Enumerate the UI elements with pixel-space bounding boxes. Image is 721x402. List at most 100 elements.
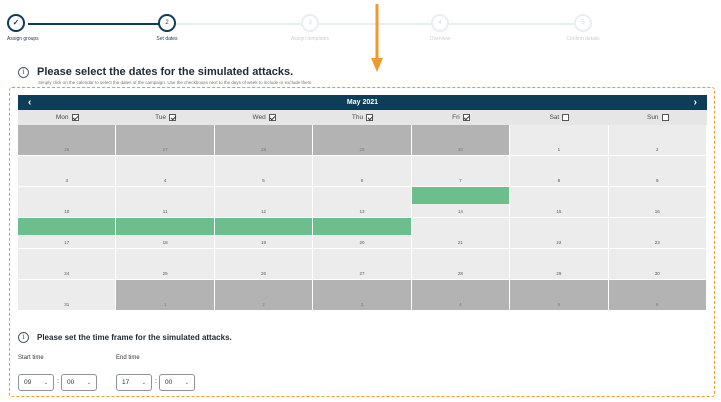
day-number: 26 [64, 147, 70, 152]
step-assign-templates: 3 Assign templates [260, 14, 360, 42]
day-cell[interactable]: 21 [411, 218, 511, 249]
day-cell[interactable]: 6 [313, 156, 412, 187]
day-number: 9 [656, 178, 659, 183]
day-number: 7 [459, 178, 462, 183]
weekday-checkbox[interactable] [462, 114, 470, 121]
day-number: 1 [163, 302, 167, 307]
day-number: 18 [162, 240, 168, 245]
day-number: 23 [654, 240, 660, 245]
day-number: 4 [459, 302, 462, 307]
weekday-checkbox[interactable] [562, 114, 570, 121]
step-label: Assign templates [290, 36, 330, 42]
day-cell[interactable]: 3 [18, 156, 117, 187]
chevron-down-icon: ⌄ [43, 379, 48, 386]
next-month-button[interactable]: › [694, 97, 697, 108]
day-cell[interactable]: 15 [510, 187, 609, 218]
day-cell[interactable]: 8 [510, 156, 609, 187]
day-number: 20 [359, 240, 365, 245]
dates-title: Please select the dates for the simulate… [37, 66, 294, 78]
dates-hint: Simply click on the calendar to select t… [38, 80, 313, 85]
day-cell[interactable]: 10 [18, 187, 117, 218]
day-number: 10 [64, 209, 70, 214]
weekday-label: Sat [549, 114, 560, 121]
day-cell[interactable]: 22 [510, 218, 609, 249]
weekday-wed: Wed [215, 110, 313, 125]
weekday-sat: Sat [510, 110, 608, 125]
chevron-down-icon: ⌄ [141, 379, 146, 386]
day-number: 3 [65, 178, 68, 183]
day-cell[interactable]: 13 [313, 187, 412, 218]
day-cell[interactable]: 4 [116, 156, 215, 187]
day-number: 28 [457, 271, 463, 276]
day-cell[interactable]: 31 [18, 280, 117, 311]
info-icon: i [18, 66, 29, 78]
day-number: 13 [359, 209, 365, 214]
start-hour-select[interactable]: 09 ⌄ [18, 374, 54, 391]
weekday-checkbox[interactable] [268, 114, 276, 121]
day-cell[interactable]: 17 [18, 218, 117, 249]
day-cell[interactable]: 18 [116, 218, 215, 249]
day-number: 6 [656, 302, 659, 307]
day-number: 19 [261, 240, 267, 245]
weekday-row: Mon Tue Wed Thu Fri Sat Sun [18, 110, 707, 125]
day-cell[interactable]: 2 [608, 125, 707, 156]
day-cell: 30 [411, 125, 511, 156]
step-number: 2 [158, 14, 176, 32]
time-title: Please set the time frame for the simula… [37, 333, 232, 342]
day-cell[interactable]: 30 [608, 249, 707, 280]
weekday-sun: Sun [609, 110, 707, 125]
step-overview: 4 Overview [390, 14, 490, 42]
day-cell[interactable]: 9 [608, 156, 707, 187]
day-number: 29 [359, 147, 365, 152]
weekday-checkbox[interactable] [71, 114, 79, 121]
step-confirm-details: 5 Confirm details [533, 14, 633, 42]
end-minute-select[interactable]: 00 ⌄ [159, 374, 195, 391]
day-cell[interactable]: 12 [214, 187, 314, 218]
day-cell[interactable]: 7 [411, 156, 511, 187]
day-cell[interactable]: 5 [214, 156, 314, 187]
chevron-down-icon: ⌄ [86, 379, 91, 386]
weekday-checkbox[interactable] [661, 114, 669, 121]
start-minute-select[interactable]: 00 ⌄ [61, 374, 97, 391]
day-cell[interactable]: 23 [608, 218, 707, 249]
day-number: 15 [556, 209, 562, 214]
weekday-tue: Tue [116, 110, 214, 125]
day-cell[interactable]: 26 [214, 249, 314, 280]
step-number: 5 [574, 14, 592, 32]
prev-month-button[interactable]: ‹ [28, 97, 31, 108]
start-hour-value: 09 [24, 379, 32, 386]
start-minute-value: 00 [67, 379, 75, 386]
day-cell[interactable]: 24 [18, 249, 117, 280]
end-hour-select[interactable]: 17 ⌄ [116, 374, 152, 391]
day-cell: 3 [313, 280, 412, 311]
step-set-dates[interactable]: 2 Set dates [117, 14, 217, 42]
day-cell[interactable]: 29 [510, 249, 609, 280]
wizard-stepper: ✓ Assign groups 2 Set dates 3 Assign tem… [0, 0, 721, 48]
day-number: 12 [261, 209, 267, 214]
step-assign-groups[interactable]: ✓ Assign groups [7, 14, 107, 42]
weekday-checkbox[interactable] [169, 114, 177, 121]
selected-date-marker [116, 218, 214, 235]
day-number: 30 [654, 271, 660, 276]
day-number: 27 [162, 147, 168, 152]
weekday-checkbox[interactable] [366, 114, 374, 121]
day-cell[interactable]: 16 [608, 187, 707, 218]
day-cell[interactable]: 14 [411, 187, 511, 218]
day-cell[interactable]: 25 [116, 249, 215, 280]
day-cell[interactable]: 1 [510, 125, 609, 156]
day-number: 30 [457, 147, 463, 152]
day-number: 31 [64, 302, 70, 307]
day-cell[interactable]: 28 [411, 249, 511, 280]
day-number: 16 [654, 209, 660, 214]
info-icon: i [18, 332, 29, 343]
day-cell[interactable]: 20 [313, 218, 412, 249]
day-cell[interactable]: 27 [313, 249, 412, 280]
selected-date-marker [411, 187, 510, 204]
day-cell: 2 [214, 280, 314, 311]
day-number: 6 [360, 178, 364, 183]
day-number: 2 [656, 147, 659, 152]
day-number: 4 [163, 178, 167, 183]
day-cell[interactable]: 19 [214, 218, 314, 249]
day-cell[interactable]: 11 [116, 187, 215, 218]
day-cell: 5 [510, 280, 609, 311]
